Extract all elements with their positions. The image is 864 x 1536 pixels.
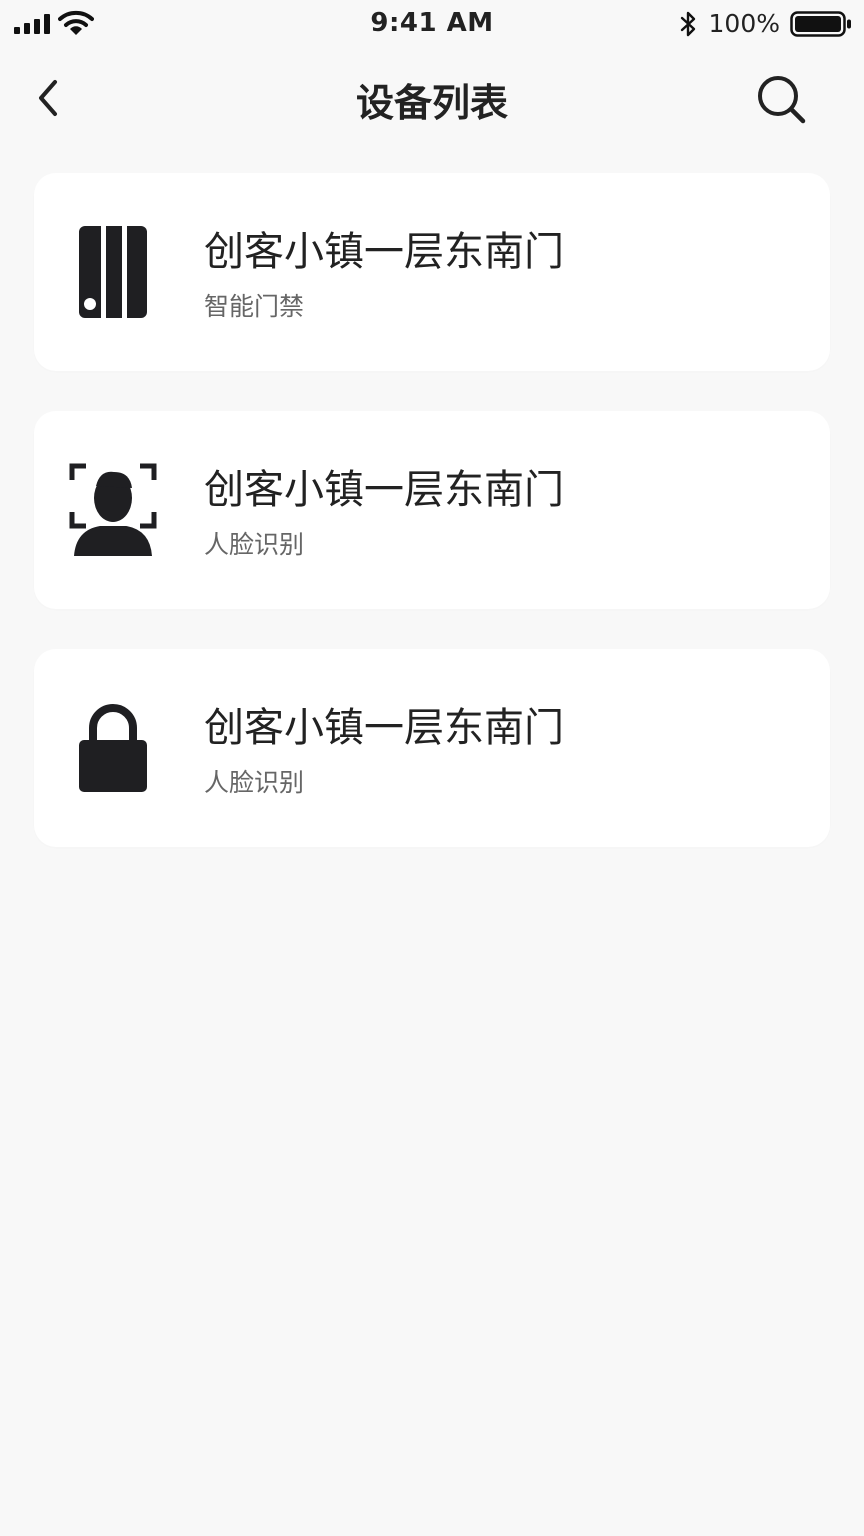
face-recognition-icon [68, 461, 158, 559]
search-button[interactable] [754, 72, 808, 126]
device-card[interactable]: 创客小镇一层东南门 智能门禁 [34, 173, 830, 371]
navigation-bar: 设备列表 [0, 48, 864, 144]
device-list: 创客小镇一层东南门 智能门禁 创客小镇一层东南门 人脸识别 创客小镇一层东南门 … [34, 173, 830, 887]
device-type: 人脸识别 [204, 768, 305, 797]
device-name: 创客小镇一层东南门 [204, 229, 564, 275]
search-icon [758, 76, 806, 124]
device-name: 创客小镇一层东南门 [204, 705, 564, 751]
device-type: 人脸识别 [204, 530, 305, 559]
device-card[interactable]: 创客小镇一层东南门 人脸识别 [34, 649, 830, 847]
device-card[interactable]: 创客小镇一层东南门 人脸识别 [34, 411, 830, 609]
battery-percentage: 100% [708, 9, 780, 38]
bluetooth-icon [680, 11, 696, 37]
lock-icon [68, 699, 158, 797]
status-bar: 9:41 AM 100% [0, 0, 864, 48]
page-title: 设备列表 [355, 81, 508, 125]
door-access-icon [68, 223, 158, 321]
device-name: 创客小镇一层东南门 [204, 467, 564, 513]
device-type: 智能门禁 [204, 292, 305, 321]
battery-icon [790, 11, 851, 37]
